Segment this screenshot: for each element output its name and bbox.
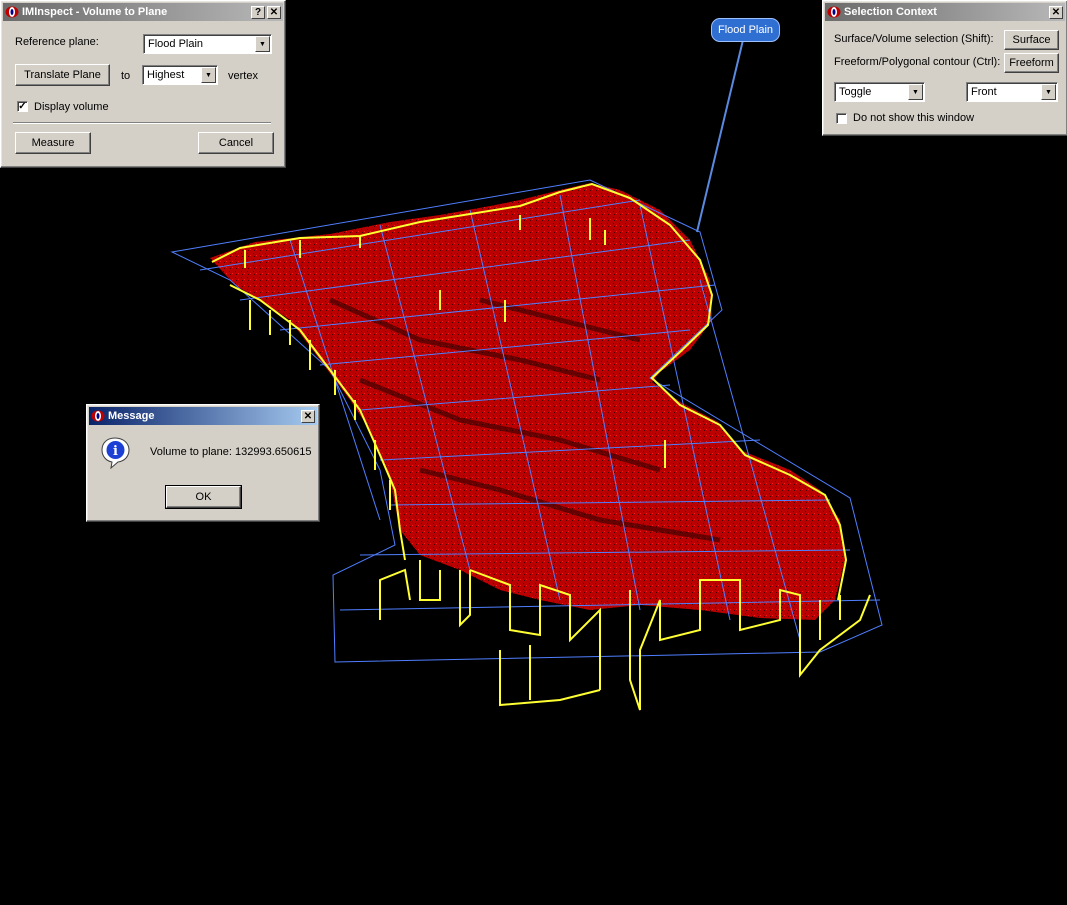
close-button[interactable]: ✕ <box>301 409 315 423</box>
measure-button[interactable]: Measure <box>15 132 91 154</box>
display-volume-label: Display volume <box>34 101 109 113</box>
volume-to-plane-dialog: IMInspect - Volume to Plane ? ✕ Referenc… <box>0 0 286 168</box>
selection-context-title: Selection Context <box>844 6 937 18</box>
close-button[interactable]: ✕ <box>267 5 281 19</box>
ok-button[interactable]: OK <box>165 485 242 509</box>
message-titlebar[interactable]: Message ✕ <box>89 407 317 425</box>
help-button[interactable]: ? <box>251 5 265 19</box>
freeform-button[interactable]: Freeform <box>1004 53 1059 73</box>
translate-plane-button[interactable]: Translate Plane <box>15 64 110 86</box>
chevron-down-icon[interactable]: ▼ <box>1041 84 1056 100</box>
chevron-down-icon[interactable]: ▼ <box>908 84 923 100</box>
reference-plane-value: Flood Plain <box>148 38 204 50</box>
mode-select[interactable]: Toggle ▼ <box>834 82 925 102</box>
message-title: Message <box>108 410 155 422</box>
do-not-show-checkbox[interactable] <box>836 113 847 124</box>
volume-dialog-title: IMInspect - Volume to Plane <box>22 6 168 18</box>
reference-plane-select[interactable]: Flood Plain ▼ <box>143 34 272 54</box>
surface-selection-label: Surface/Volume selection (Shift): <box>834 33 994 45</box>
vertex-select-value: Highest <box>147 69 185 81</box>
app-logo-icon <box>5 6 19 18</box>
mode-select-value: Toggle <box>839 86 872 98</box>
volume-dialog-titlebar[interactable]: IMInspect - Volume to Plane ? ✕ <box>3 3 283 21</box>
close-button[interactable]: ✕ <box>1049 5 1063 19</box>
flood-plain-callout[interactable]: Flood Plain <box>711 18 781 42</box>
display-volume-checkbox[interactable]: ✓ <box>17 101 28 112</box>
vertex-label: vertex <box>228 70 258 82</box>
cancel-button[interactable]: Cancel <box>198 132 274 154</box>
callout-leader <box>696 39 744 233</box>
reference-plane-label: Reference plane: <box>15 36 99 48</box>
point-cloud-surface <box>210 183 845 620</box>
to-label: to <box>121 70 131 82</box>
do-not-show-label: Do not show this window <box>853 112 975 124</box>
chevron-down-icon[interactable]: ▼ <box>201 67 216 83</box>
message-dialog: Message ✕ i Volume to plane: 132993.6506… <box>86 404 320 522</box>
vertex-select[interactable]: Highest ▼ <box>142 65 218 85</box>
message-text: Volume to plane: 132993.650615 <box>150 446 312 458</box>
info-glyph: i <box>113 444 118 459</box>
app-logo-icon <box>827 6 841 18</box>
side-select-value: Front <box>971 86 997 98</box>
info-icon: i <box>101 437 130 469</box>
divider <box>13 122 271 124</box>
freeform-contour-label: Freeform/Polygonal contour (Ctrl): <box>834 56 1001 68</box>
callout-label: Flood Plain <box>718 24 774 36</box>
surface-button[interactable]: Surface <box>1004 30 1059 50</box>
selection-context-titlebar[interactable]: Selection Context ✕ <box>825 3 1065 21</box>
side-select[interactable]: Front ▼ <box>966 82 1058 102</box>
selection-context-window: Selection Context ✕ Surface/Volume selec… <box>822 0 1067 136</box>
chevron-down-icon[interactable]: ▼ <box>255 36 270 52</box>
app-logo-icon <box>91 410 105 422</box>
